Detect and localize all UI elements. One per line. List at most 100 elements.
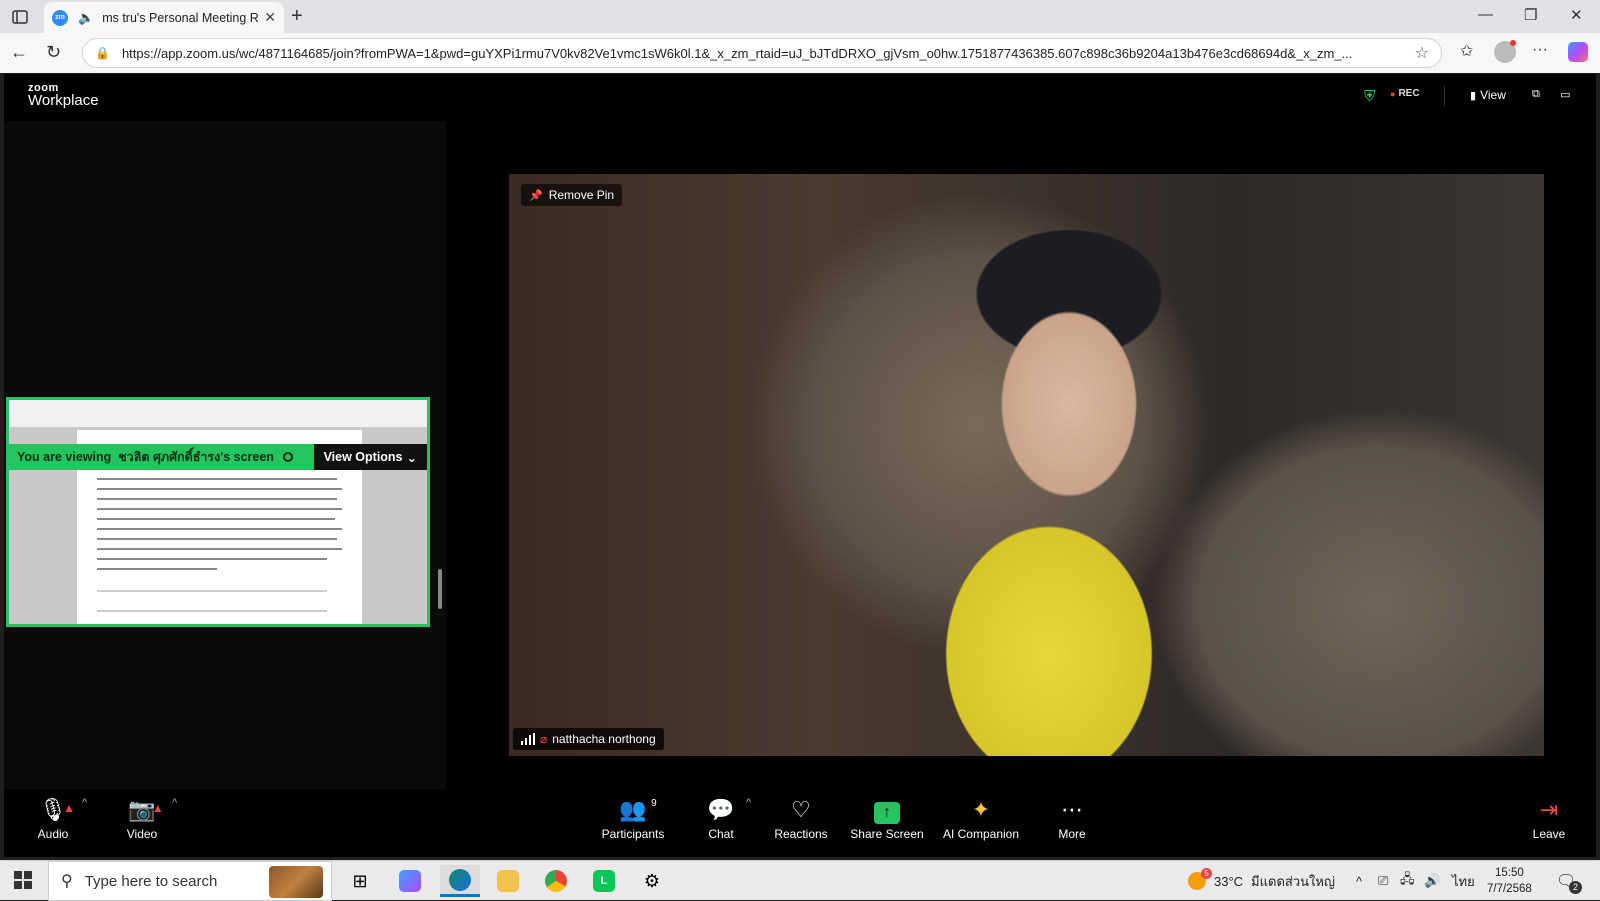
shared-app-ribbon: [9, 400, 427, 428]
weather-widget[interactable]: 5 33°C มีแดดส่วนใหญ่: [1188, 861, 1335, 901]
tab-close-icon[interactable]: ✕: [264, 9, 276, 26]
back-icon[interactable]: ←: [10, 42, 28, 63]
participants-button[interactable]: 👥 9 Participants: [588, 795, 678, 841]
line-app-icon[interactable]: L: [584, 865, 624, 897]
view-options-button[interactable]: View Options ⌄: [313, 444, 427, 470]
favorite-star-icon[interactable]: ☆: [1415, 43, 1429, 63]
close-window-button[interactable]: ✕: [1570, 6, 1583, 24]
microphone-icon: 🎙 ▲: [39, 795, 75, 825]
warning-icon: ▲: [63, 801, 75, 815]
windows-start-icon[interactable]: [14, 871, 32, 889]
site-info-icon[interactable]: 🔒: [95, 46, 110, 60]
panel-resize-handle[interactable]: [438, 569, 442, 609]
tab-title: ms tru's Personal Meeting Ro: [102, 10, 259, 25]
warning-icon: ▲: [151, 801, 164, 815]
ai-companion-button[interactable]: ✦ AI Companion: [936, 795, 1026, 841]
taskbar-search-box[interactable]: ⚲ Type here to search: [48, 861, 332, 901]
participants-count: 9: [651, 798, 657, 809]
search-placeholder: Type here to search: [84, 872, 218, 890]
video-label: Video: [126, 827, 158, 841]
pin-icon: 📌: [529, 189, 543, 202]
search-icon: ⚲: [61, 873, 73, 890]
toolbar-divider: [1444, 86, 1445, 106]
task-view-icon[interactable]: ⊞: [340, 865, 380, 897]
speaker-icon[interactable]: 🔈: [78, 10, 94, 26]
settings-gear-icon[interactable]: ⚙: [632, 865, 672, 897]
view-button[interactable]: ▮ View: [1470, 88, 1506, 102]
url-text[interactable]: https://app.zoom.us/wc/4871164685/join?f…: [122, 46, 1409, 61]
view-label: View: [1480, 88, 1506, 102]
search-highlight-image: [269, 866, 323, 898]
temperature: 33°C: [1214, 873, 1244, 889]
view-options-label: View Options: [323, 450, 403, 464]
share-screen-icon: ↑: [874, 795, 900, 825]
viewing-text: You are viewing ชวลิต ศุภศักดิ์ธำรง's sc…: [9, 447, 314, 467]
more-button[interactable]: ⋯ More: [1027, 795, 1117, 841]
minimize-button[interactable]: —: [1478, 6, 1493, 23]
shared-screen-panel: You are viewing ชวลิต ศุภศักดิ์ธำรง's sc…: [4, 121, 446, 789]
edge-browser-icon[interactable]: [440, 865, 480, 897]
meeting-toolbar: 🎙 ▲ Audio ^ 📷 ▲ Video ^ 👥 9 Participants 💬 …: [4, 789, 1596, 857]
taskbar-clock[interactable]: 15:50 7/7/2568: [1487, 865, 1532, 897]
favorites-icon[interactable]: ✩: [1460, 41, 1473, 61]
more-menu-icon[interactable]: ···: [1532, 41, 1548, 59]
notification-count: 2: [1569, 881, 1582, 894]
copilot-taskbar-icon[interactable]: [390, 865, 430, 897]
fullscreen-icon[interactable]: ▭: [1560, 88, 1570, 101]
refresh-icon[interactable]: ↻: [46, 42, 61, 63]
viewing-banner: You are viewing ชวลิต ศุภศักดิ์ธำรง's sc…: [9, 444, 427, 470]
tray-chevron-icon[interactable]: ^: [1356, 861, 1362, 901]
address-bar[interactable]: 🔒 https://app.zoom.us/wc/4871164685/join…: [82, 38, 1442, 68]
gallery-icon[interactable]: ⧉: [1532, 88, 1540, 101]
sparkle-icon: ✦: [971, 797, 991, 822]
reactions-button[interactable]: ♡ Reactions: [756, 795, 846, 841]
meet-now-icon[interactable]: ⎚: [1378, 861, 1388, 901]
copilot-icon[interactable]: [1568, 42, 1588, 62]
restore-button[interactable]: ❐: [1524, 6, 1537, 24]
chrome-icon[interactable]: [536, 865, 576, 897]
clock-time: 15:50: [1494, 867, 1524, 879]
view-grid-icon: ▮: [1470, 89, 1477, 102]
browser-tab-zoom[interactable]: zm 🔈 ms tru's Personal Meeting Ro ✕: [44, 2, 284, 33]
clock-date: 7/7/2568: [1487, 883, 1532, 895]
video-options-chevron-icon[interactable]: ^: [172, 797, 177, 809]
participants-label: Participants: [601, 827, 665, 841]
recording-indicator[interactable]: ● REC: [1390, 88, 1420, 99]
weather-badge: 5: [1201, 868, 1212, 879]
participants-icon: 👥 9: [619, 795, 656, 825]
more-dots-icon: ⋯: [1061, 797, 1083, 822]
chat-button[interactable]: 💬 Chat: [676, 795, 766, 841]
you-are-viewing-label: You are viewing: [17, 450, 112, 464]
rec-label: REC: [1398, 88, 1420, 99]
chat-label: Chat: [708, 827, 734, 841]
viewing-indicator-icon: [283, 452, 294, 462]
leave-label: Leave: [1532, 827, 1566, 841]
new-tab-button[interactable]: +: [291, 5, 303, 28]
heart-icon: ♡: [791, 797, 811, 822]
weather-text: มีแดดส่วนใหญ่: [1251, 873, 1335, 889]
share-screen-label: Share Screen: [850, 827, 924, 841]
chat-icon: 💬: [707, 797, 735, 822]
audio-options-chevron-icon[interactable]: ^: [82, 797, 87, 809]
tab-actions-icon[interactable]: [8, 6, 32, 28]
more-label: More: [1058, 827, 1086, 841]
file-explorer-icon[interactable]: [488, 865, 528, 897]
chat-options-chevron-icon[interactable]: ^: [746, 797, 751, 809]
brand-big: Workplace: [28, 92, 99, 109]
share-screen-button[interactable]: ↑ Share Screen: [842, 795, 932, 841]
zoom-logo: zoom Workplace: [28, 82, 99, 109]
windows-taskbar: ⚲ Type here to search ⊞ L ⚙ 5 33°C มีแดด…: [0, 860, 1600, 901]
volume-icon[interactable]: 🔊: [1424, 861, 1440, 901]
remove-pin-button[interactable]: 📌 Remove Pin: [521, 184, 623, 206]
record-dot-icon: ●: [1390, 88, 1396, 99]
browser-tab-strip: zm 🔈 ms tru's Personal Meeting Ro ✕ + — …: [0, 0, 1600, 33]
mic-muted-icon: ⌀: [540, 732, 548, 746]
leave-button[interactable]: ⇥ Leave: [1504, 795, 1594, 841]
audio-label: Audio: [37, 827, 69, 841]
language-indicator[interactable]: ไทย: [1452, 861, 1475, 901]
network-icon[interactable]: 🖧: [1400, 861, 1415, 901]
shared-screen-thumbnail[interactable]: You are viewing ชวลิต ศุภศักดิ์ธำรง's sc…: [6, 397, 430, 627]
encryption-shield-icon[interactable]: ⛨: [1364, 88, 1375, 105]
pinned-video-tile[interactable]: 📌 Remove Pin ⌀ natthacha northong: [509, 174, 1544, 756]
participant-name-bar: ⌀ natthacha northong: [513, 728, 664, 750]
